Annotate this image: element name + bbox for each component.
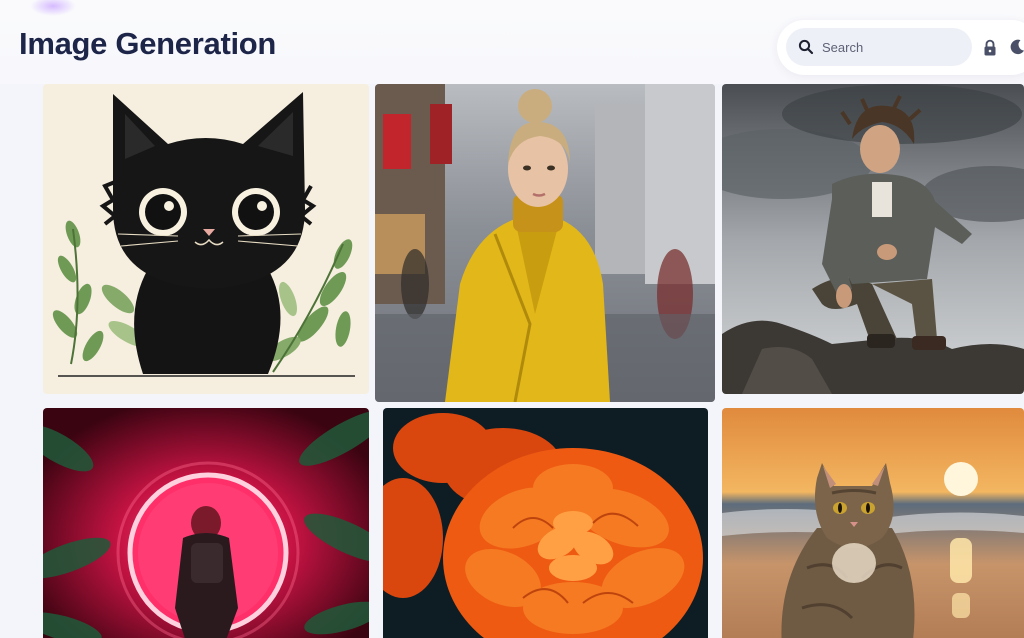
search-input[interactable] xyxy=(822,28,962,66)
gallery-image-marigold[interactable] xyxy=(383,408,708,638)
woman-yellow-coat-photo xyxy=(375,84,715,402)
header-decoration xyxy=(30,0,76,16)
moon-icon[interactable] xyxy=(1008,38,1024,56)
lock-icon[interactable] xyxy=(982,39,998,57)
black-cat-illustration xyxy=(43,84,369,394)
page-title: Image Generation xyxy=(19,26,277,61)
gallery-image-black-cat[interactable] xyxy=(43,84,369,394)
man-on-rocks-photo xyxy=(722,84,1024,394)
gallery-image-cat-sunset[interactable] xyxy=(722,408,1024,638)
gallery-image-man-on-rocks[interactable] xyxy=(722,84,1024,394)
gallery-image-woman-yellow-coat[interactable] xyxy=(375,84,715,402)
cat-sunset-photo xyxy=(722,408,1024,638)
marigold-flower-photo xyxy=(383,408,708,638)
search-icon xyxy=(798,39,814,55)
toolbar xyxy=(777,20,1024,75)
neon-portal-image xyxy=(43,408,369,638)
gallery-image-neon-portal[interactable] xyxy=(43,408,369,638)
search-box[interactable] xyxy=(786,28,972,66)
page-header: Image Generation xyxy=(0,0,1024,84)
